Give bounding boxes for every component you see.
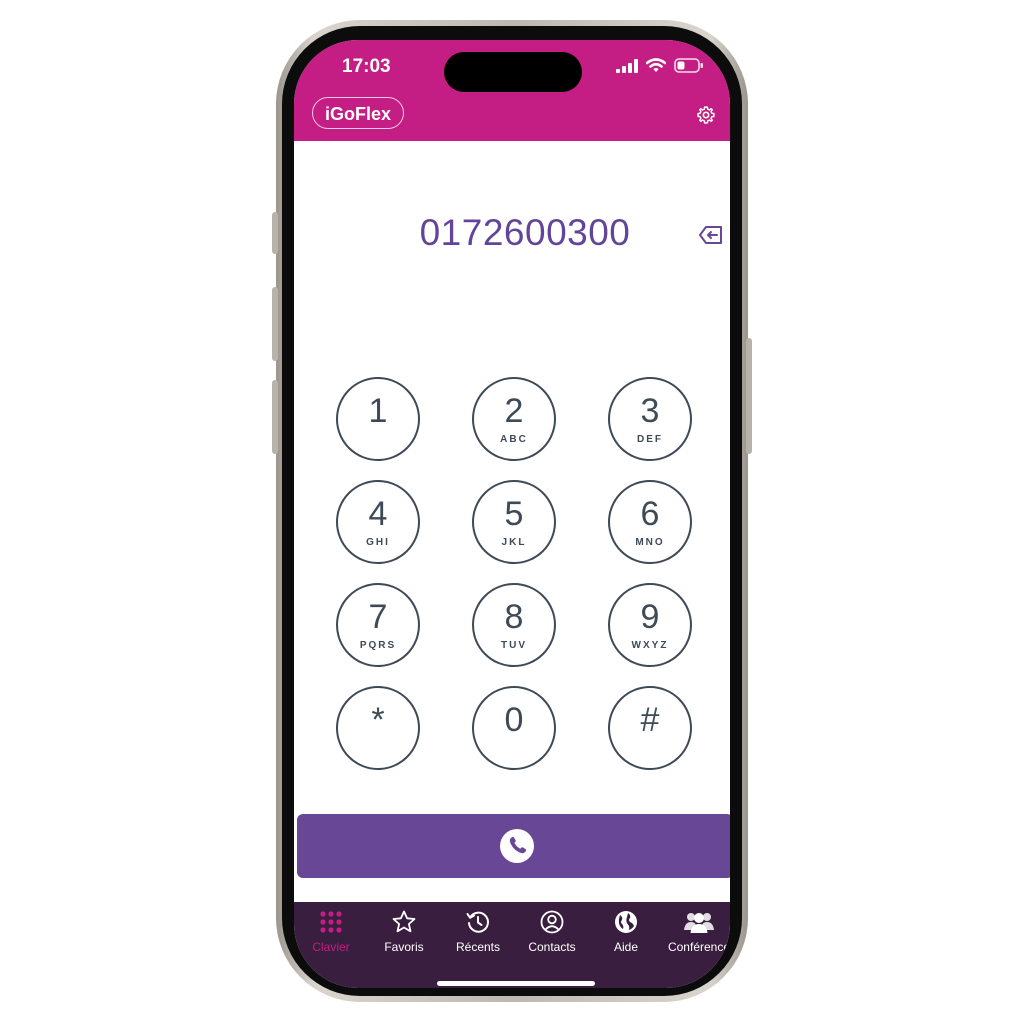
tab-label: Clavier bbox=[312, 940, 350, 954]
home-indicator[interactable] bbox=[437, 981, 595, 986]
key-digit: 9 bbox=[640, 598, 660, 636]
key-letters: TUV bbox=[501, 640, 527, 651]
key-hash[interactable]: # bbox=[608, 686, 692, 770]
volume-down-button bbox=[272, 380, 278, 454]
keypad: 1 2 ABC 3 DEF 4 GHI 5 JKL 6 MNO 7 PQRS 8 bbox=[336, 377, 696, 773]
signal-icon bbox=[616, 58, 638, 73]
action-button bbox=[272, 212, 278, 254]
contact-icon bbox=[540, 910, 564, 934]
key-digit: 7 bbox=[368, 598, 388, 636]
key-5[interactable]: 5 JKL bbox=[472, 480, 556, 564]
tab-aide[interactable]: Aide bbox=[589, 906, 663, 954]
tab-recents[interactable]: Récents bbox=[441, 906, 515, 954]
key-6[interactable]: 6 MNO bbox=[608, 480, 692, 564]
key-2[interactable]: 2 ABC bbox=[472, 377, 556, 461]
tab-contacts[interactable]: Contacts bbox=[515, 906, 589, 954]
key-star[interactable]: * bbox=[336, 686, 420, 770]
globe-icon bbox=[615, 911, 637, 933]
key-4[interactable]: 4 GHI bbox=[336, 480, 420, 564]
tab-label: Contacts bbox=[528, 940, 576, 954]
volume-up-button bbox=[272, 287, 278, 361]
key-digit: 6 bbox=[640, 495, 660, 533]
tab-label: Conférence bbox=[667, 940, 730, 954]
tab-label: Aide bbox=[613, 940, 639, 954]
key-digit: 5 bbox=[504, 495, 524, 533]
backspace-icon[interactable] bbox=[698, 225, 724, 245]
key-letters: MNO bbox=[635, 537, 665, 548]
battery-icon bbox=[674, 58, 703, 73]
key-letters: GHI bbox=[366, 537, 390, 548]
key-letters: JKL bbox=[501, 537, 527, 548]
key-digit: 2 bbox=[504, 392, 524, 430]
key-digit: 3 bbox=[640, 392, 660, 430]
tab-label: Favoris bbox=[384, 940, 424, 954]
key-digit: 4 bbox=[368, 495, 388, 533]
dynamic-island bbox=[444, 52, 582, 92]
tab-bar: Clavier Favoris Récents Contacts Aide Co… bbox=[294, 902, 730, 988]
key-letters: WXYZ bbox=[631, 640, 669, 651]
phone-icon bbox=[500, 829, 534, 863]
key-letters: PQRS bbox=[359, 640, 397, 651]
key-3[interactable]: 3 DEF bbox=[608, 377, 692, 461]
key-1[interactable]: 1 bbox=[336, 377, 420, 461]
call-button[interactable] bbox=[297, 814, 730, 878]
key-digit: 0 bbox=[504, 701, 524, 739]
key-letters: DEF bbox=[637, 434, 663, 445]
key-7[interactable]: 7 PQRS bbox=[336, 583, 420, 667]
tab-clavier[interactable]: Clavier bbox=[294, 906, 368, 954]
tab-favoris[interactable]: Favoris bbox=[367, 906, 441, 954]
star-icon bbox=[392, 910, 416, 933]
key-9[interactable]: 9 WXYZ bbox=[608, 583, 692, 667]
key-letters: ABC bbox=[500, 434, 528, 445]
power-button bbox=[746, 338, 752, 454]
gear-icon[interactable] bbox=[696, 105, 716, 125]
key-digit: # bbox=[640, 701, 660, 739]
keypad-icon bbox=[320, 911, 342, 933]
group-icon bbox=[684, 913, 714, 933]
status-time: 17:03 bbox=[342, 56, 391, 77]
key-digit: 8 bbox=[504, 598, 524, 636]
tab-conference[interactable]: Conférence bbox=[662, 906, 730, 954]
tab-label: Récents bbox=[455, 940, 501, 954]
history-icon bbox=[466, 911, 489, 933]
wifi-icon bbox=[646, 58, 666, 72]
brand-badge[interactable]: iGoFlex bbox=[312, 97, 405, 129]
status-icons bbox=[616, 58, 704, 73]
key-0[interactable]: 0 bbox=[472, 686, 556, 770]
dialed-number: 0172600300 bbox=[419, 212, 631, 253]
app-header: 17:03 iGoFlex bbox=[294, 40, 730, 141]
phone-screen: 17:03 iGoFlex 0 1 7 2 600300 1 2 ABC 3 DEF 4… bbox=[294, 40, 730, 988]
key-digit: * bbox=[371, 701, 385, 739]
key-8[interactable]: 8 TUV bbox=[472, 583, 556, 667]
key-digit: 1 bbox=[368, 392, 388, 430]
